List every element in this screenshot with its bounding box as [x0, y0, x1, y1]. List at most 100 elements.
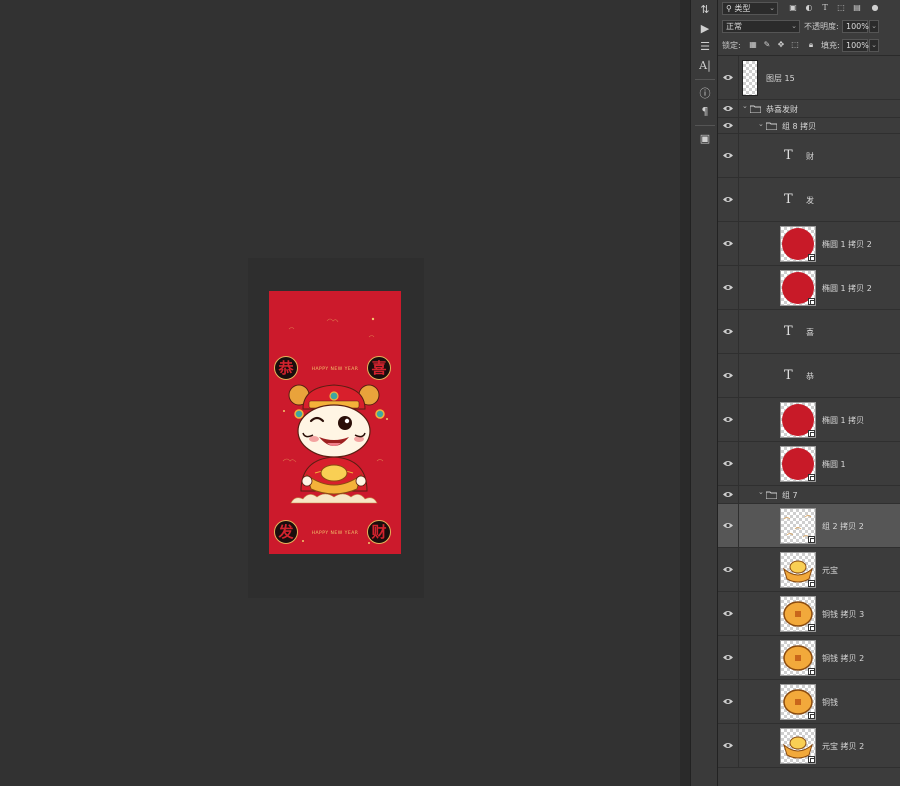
- visibility-toggle[interactable]: [718, 486, 739, 503]
- visibility-toggle[interactable]: [718, 724, 739, 767]
- chevron-down-icon[interactable]: ⌄: [758, 488, 764, 496]
- visibility-toggle[interactable]: [718, 134, 739, 177]
- smart-object-badge-icon: [808, 254, 815, 261]
- layer-name: 椭圆 1 拷贝 2: [822, 284, 872, 293]
- panel-icon-strip: ⇅ ▶ ☰ A| ⓘ ¶ ▣: [690, 0, 718, 786]
- visibility-toggle[interactable]: [718, 118, 739, 133]
- visibility-toggle[interactable]: [718, 548, 739, 591]
- visibility-toggle[interactable]: [718, 354, 739, 397]
- visibility-toggle[interactable]: [718, 266, 739, 309]
- layer-row[interactable]: 元宝: [718, 548, 900, 592]
- eye-icon: [723, 197, 733, 202]
- layer-row[interactable]: 铜钱 拷贝 3: [718, 592, 900, 636]
- layer-row[interactable]: 铜钱 拷贝 2: [718, 636, 900, 680]
- visibility-toggle[interactable]: [718, 222, 739, 265]
- filter-toggle-icon[interactable]: ●: [870, 3, 880, 13]
- history-icon[interactable]: ⇅: [696, 2, 714, 18]
- filter-kind-dropdown[interactable]: ⚲ 类型 ⌄: [722, 2, 778, 15]
- chevron-down-icon: ⌄: [871, 41, 877, 49]
- layer-name: 椭圆 1 拷贝: [822, 416, 865, 425]
- layer-row[interactable]: ⌄ 组 8 拷贝: [718, 118, 900, 134]
- layer-row[interactable]: 椭圆 1 拷贝: [718, 398, 900, 442]
- fill-input[interactable]: 100%: [842, 39, 869, 52]
- visibility-toggle[interactable]: [718, 56, 739, 99]
- visibility-toggle[interactable]: [718, 636, 739, 679]
- lock-transparent-icon[interactable]: ▦: [748, 40, 758, 50]
- visibility-toggle[interactable]: [718, 310, 739, 353]
- layer-name: 组 8 拷贝: [782, 122, 817, 131]
- layer-row[interactable]: T恭: [718, 354, 900, 398]
- red-envelope-artboard[interactable]: 恭 喜 HAPPY NEW YEAR 发 财 HAPPY NEW YEAR: [269, 291, 401, 554]
- opacity-input[interactable]: 100%: [842, 20, 869, 33]
- blend-mode-dropdown[interactable]: 正常 ⌄: [722, 20, 800, 33]
- smart-filter-icon[interactable]: ▤: [852, 3, 862, 13]
- chevron-down-icon: ⌄: [871, 22, 877, 30]
- layer-row[interactable]: 图层 15: [718, 56, 900, 100]
- layers-panel: ⚲ 类型 ⌄ ▣ ◐ T ⬚ ▤ ● 正常 ⌄ 不透明度: 100% ⌄ 锁定:…: [718, 0, 900, 786]
- text-layer-icon: T: [784, 368, 793, 383]
- smart-object-badge-icon: [808, 536, 815, 543]
- shape-filter-icon[interactable]: ⬚: [836, 3, 846, 13]
- eye-icon: [723, 655, 733, 660]
- blend-mode-value: 正常: [726, 22, 742, 31]
- lock-all-icon[interactable]: 🔒︎: [806, 40, 816, 50]
- opacity-stepper[interactable]: ⌄: [869, 20, 879, 33]
- eye-icon: [723, 285, 733, 290]
- eye-icon: [723, 373, 733, 378]
- chevron-down-icon[interactable]: ⌄: [758, 120, 764, 128]
- lock-move-icon[interactable]: ✥: [776, 40, 786, 50]
- layer-row[interactable]: T喜: [718, 310, 900, 354]
- search-icon: ⚲: [726, 4, 732, 13]
- lock-paint-icon[interactable]: ✎: [762, 40, 772, 50]
- layer-name: 恭: [806, 372, 814, 381]
- layer-row[interactable]: T财: [718, 134, 900, 178]
- visibility-toggle[interactable]: [718, 442, 739, 485]
- layer-name: 椭圆 1 拷贝 2: [822, 240, 872, 249]
- document-canvas[interactable]: 恭 喜 HAPPY NEW YEAR 发 财 HAPPY NEW YEAR: [0, 0, 680, 786]
- smart-object-badge-icon: [808, 712, 815, 719]
- layer-name: 椭圆 1: [822, 460, 846, 469]
- ingot-thumbnail: [780, 728, 816, 764]
- type-filter-icon[interactable]: T: [820, 3, 830, 13]
- visibility-toggle[interactable]: [718, 398, 739, 441]
- layer-name: 财: [806, 152, 814, 161]
- layer-name: 元宝 拷贝 2: [822, 742, 865, 751]
- layer-row[interactable]: 铜钱: [718, 680, 900, 724]
- visibility-toggle[interactable]: [718, 680, 739, 723]
- fill-stepper[interactable]: ⌄: [869, 39, 879, 52]
- layer-row[interactable]: ⌄ 组 7: [718, 486, 900, 504]
- eye-icon: [723, 567, 733, 572]
- chevron-down-icon[interactable]: ⌄: [742, 102, 748, 110]
- tool-separator: [695, 79, 715, 80]
- smart-object-badge-icon: [808, 298, 815, 305]
- layer-row[interactable]: 椭圆 1 拷贝 2: [718, 266, 900, 310]
- lock-artboard-icon[interactable]: ⬚: [790, 40, 800, 50]
- text-layer-icon: T: [784, 148, 793, 163]
- eye-icon: [723, 492, 733, 497]
- layer-name: 铜钱 拷贝 3: [822, 610, 865, 619]
- visibility-toggle[interactable]: [718, 178, 739, 221]
- layer-row[interactable]: 椭圆 1 拷贝 2: [718, 222, 900, 266]
- visibility-toggle[interactable]: [718, 100, 739, 117]
- coin-thumbnail: [780, 640, 816, 676]
- smart-object-badge-icon: [808, 430, 815, 437]
- character-icon[interactable]: A|: [696, 58, 714, 74]
- info-icon[interactable]: ⓘ: [696, 86, 714, 102]
- chevron-down-icon: ⌄: [791, 22, 797, 30]
- layer-row[interactable]: ⌄ 恭喜发财: [718, 100, 900, 118]
- layer-row[interactable]: 元宝 拷贝 2: [718, 724, 900, 768]
- properties-icon[interactable]: ▣: [696, 131, 714, 147]
- visibility-toggle[interactable]: [718, 592, 739, 635]
- layer-row[interactable]: T发: [718, 178, 900, 222]
- play-icon[interactable]: ▶: [696, 21, 714, 37]
- visibility-toggle[interactable]: [718, 504, 739, 547]
- layer-row[interactable]: 组 2 拷贝 2: [718, 504, 900, 548]
- adjust-icon[interactable]: ☰: [696, 39, 714, 55]
- opacity-label: 不透明度:: [804, 22, 839, 31]
- adjustment-filter-icon[interactable]: ◐: [804, 3, 814, 13]
- image-filter-icon[interactable]: ▣: [788, 3, 798, 13]
- layer-row[interactable]: 椭圆 1: [718, 442, 900, 486]
- paragraph-icon[interactable]: ¶: [696, 104, 714, 120]
- panel-gutter: [680, 0, 690, 786]
- fortune-god-mascot: [288, 384, 385, 504]
